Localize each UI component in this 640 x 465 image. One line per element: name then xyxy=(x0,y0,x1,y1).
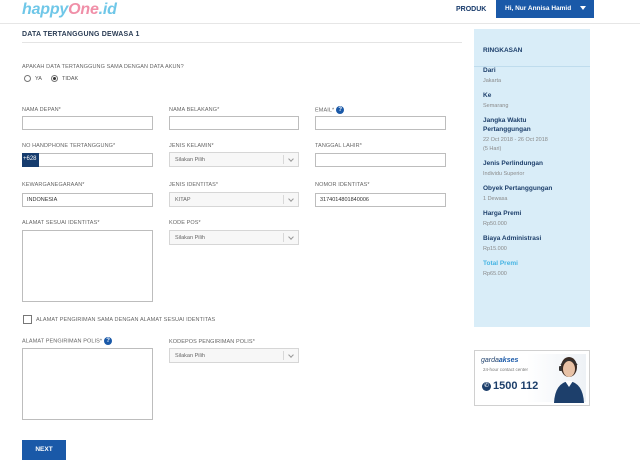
email-input[interactable] xyxy=(315,116,446,130)
banner-brand-part1: garda xyxy=(481,357,499,364)
banner-subtitle: 24-hour contact center xyxy=(483,367,529,372)
policy-address-label: ALAMAT PENGIRIMAN POLIS*? xyxy=(22,337,113,345)
last-name-input[interactable] xyxy=(169,116,299,130)
summary-panel: RINGKASAN Dari Jakarta Ke Semarang Jangk… xyxy=(474,29,590,327)
email-label-text: EMAIL* xyxy=(315,107,335,114)
chevron-down-icon xyxy=(288,196,294,202)
summary-obyek-value: 1 Dewasa xyxy=(483,196,508,202)
same-address-checkbox-label: ALAMAT PENGIRIMAN SAMA DENGAN ALAMAT SES… xyxy=(36,317,216,323)
summary-obyek-label: Obyek Pertanggungan xyxy=(483,185,553,192)
summary-admin-value: Rp15.000 xyxy=(483,246,507,252)
happyone-logo[interactable]: happyOne.id xyxy=(22,1,117,19)
summary-title: RINGKASAN xyxy=(483,47,523,54)
nationality-label: KEWARGANEGARAAN* xyxy=(22,182,85,188)
help-icon[interactable]: ? xyxy=(336,106,345,114)
section-title: DATA TERTANGGUNG DEWASA 1 xyxy=(22,31,140,38)
policy-postal-select-value: Silakan Pilih xyxy=(175,353,205,359)
top-navigation-bar: happyOne.id PRODUK Hi, Nur Annisa Hamid xyxy=(0,0,640,24)
radio-ya-label: YA xyxy=(35,76,42,82)
address-label: ALAMAT SESUAI IDENTITAS* xyxy=(22,220,100,226)
select-divider xyxy=(283,195,284,204)
id-type-select-value: KITAP xyxy=(175,197,191,203)
policy-address-label-text: ALAMAT PENGIRIMAN POLIS* xyxy=(22,338,103,345)
user-menu-label: Hi, Nur Annisa Hamid xyxy=(505,5,572,12)
address-textarea[interactable] xyxy=(22,230,153,302)
summary-ke-value: Semarang xyxy=(483,103,509,109)
same-address-checkbox[interactable] xyxy=(23,315,32,324)
banner-brand-part2: akses xyxy=(498,357,519,364)
policy-postal-label: KODEPOS PENGIRIMAN POLIS* xyxy=(169,339,255,345)
radio-tidak-label: TIDAK xyxy=(62,76,79,82)
nationality-input[interactable]: INDONESIA xyxy=(22,193,153,207)
postal-select-value: Silakan Pilih xyxy=(175,235,205,241)
gender-select[interactable]: Silakan Pilih xyxy=(169,152,299,167)
chevron-down-icon xyxy=(288,156,294,162)
summary-premi-value: Rp50.000 xyxy=(483,221,507,227)
call-center-agent-image xyxy=(554,357,584,403)
summary-jangka-days: (5 Hari) xyxy=(483,146,502,152)
help-icon[interactable]: ? xyxy=(104,337,113,345)
chevron-down-icon xyxy=(580,6,586,10)
postal-select[interactable]: Silakan Pilih xyxy=(169,230,299,245)
garda-akses-banner[interactable]: gardaakses 24-hour contact center ✆ 1500… xyxy=(474,350,590,406)
radio-tidak[interactable] xyxy=(51,75,58,82)
email-label: EMAIL*? xyxy=(315,106,345,114)
phone-input[interactable] xyxy=(22,153,153,167)
summary-perlindungan-label: Jenis Perlindungan xyxy=(483,160,543,167)
summary-ke-label: Ke xyxy=(483,92,492,99)
section-divider xyxy=(22,42,462,43)
summary-divider xyxy=(474,66,590,67)
same-as-account-question: APAKAH DATA TERTANGGUNG SAMA DENGAN DATA… xyxy=(22,64,184,70)
radio-ya[interactable] xyxy=(24,75,31,82)
id-number-label: NOMOR IDENTITAS* xyxy=(315,182,370,188)
id-type-label: JENIS IDENTITAS* xyxy=(169,182,219,188)
id-number-input[interactable]: 3174014801840006 xyxy=(315,193,446,207)
logo-text-happy: happy xyxy=(22,1,69,18)
logo-text-domain: .id xyxy=(98,1,117,18)
summary-total-label: Total Premi xyxy=(483,260,518,267)
banner-brand: gardaakses xyxy=(481,357,518,364)
dob-label: TANGGAL LAHIR* xyxy=(315,143,362,149)
summary-premi-label: Harga Premi xyxy=(483,210,522,217)
select-divider xyxy=(283,155,284,164)
first-name-label: NAMA DEPAN* xyxy=(22,107,61,113)
next-button[interactable]: NEXT xyxy=(22,440,66,460)
summary-jangka-label-1: Jangka Waktu xyxy=(483,117,527,124)
summary-total-value: Rp65.000 xyxy=(483,271,507,277)
first-name-input[interactable] xyxy=(22,116,153,130)
summary-admin-label: Biaya Administrasi xyxy=(483,235,542,242)
nav-produk-link[interactable]: PRODUK xyxy=(456,6,486,13)
postal-label: KODE POS* xyxy=(169,220,201,226)
gender-select-value: Silakan Pilih xyxy=(175,157,205,163)
user-menu-button[interactable]: Hi, Nur Annisa Hamid xyxy=(496,0,594,18)
dob-input[interactable] xyxy=(315,153,446,167)
phone-prefix: +628 xyxy=(22,153,39,167)
banner-phone-number: 1500 112 xyxy=(493,380,539,392)
summary-jangka-value: 22 Oct 2018 - 26 Oct 2018 xyxy=(483,137,548,143)
chevron-down-icon xyxy=(288,352,294,358)
logo-text-one: One xyxy=(68,1,99,18)
summary-perlindungan-value: Individu Superior xyxy=(483,171,525,177)
policy-address-textarea[interactable] xyxy=(22,348,153,420)
gender-label: JENIS KELAMIN* xyxy=(169,143,214,149)
phone-icon: ✆ xyxy=(482,382,491,391)
summary-dari-value: Jakarta xyxy=(483,78,502,84)
last-name-label: NAMA BELAKANG* xyxy=(169,107,220,113)
phone-label: NO HANDPHONE TERTANGGUNG* xyxy=(22,143,116,149)
summary-dari-label: Dari xyxy=(483,67,496,74)
summary-jangka-label-2: Pertanggungan xyxy=(483,126,531,133)
chevron-down-icon xyxy=(288,234,294,240)
select-divider xyxy=(283,351,284,360)
policy-postal-select[interactable]: Silakan Pilih xyxy=(169,348,299,363)
id-type-select[interactable]: KITAP xyxy=(169,192,299,207)
select-divider xyxy=(283,233,284,242)
